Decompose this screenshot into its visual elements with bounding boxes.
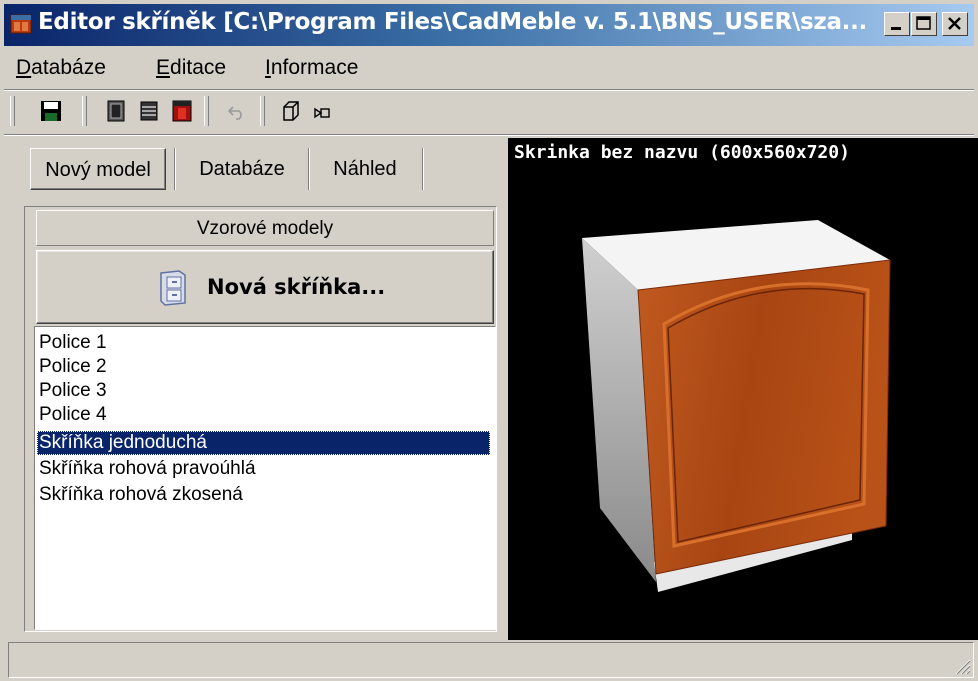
status-bar xyxy=(8,642,974,678)
toolbar-separator xyxy=(82,96,87,126)
section-header: Vzorové modely xyxy=(36,210,494,246)
toolbar-separator-3 xyxy=(260,96,265,126)
undo-button[interactable] xyxy=(222,96,252,126)
tab-databaze[interactable]: Databáze xyxy=(178,148,306,190)
maximize-button[interactable] xyxy=(911,12,937,36)
minimize-button[interactable] xyxy=(884,12,910,36)
title-bar[interactable]: Editor skříněk [C:\Program Files\CadMebl… xyxy=(4,4,974,46)
maximize-icon xyxy=(916,16,931,30)
camera-icon xyxy=(314,107,330,119)
new-cabinet-button[interactable]: Nová skříňka... xyxy=(36,250,494,324)
list-item[interactable]: Police 3 xyxy=(39,379,107,403)
box-3d-button[interactable] xyxy=(276,96,306,126)
camera-button[interactable] xyxy=(308,96,338,126)
new-cabinet-label: Nová skříňka... xyxy=(207,275,386,299)
toolbar xyxy=(4,92,974,132)
preview-viewport[interactable]: Skrinka bez nazvu (600x560x720) xyxy=(508,138,978,640)
menu-bar: Databáze Editace Informace xyxy=(4,50,974,86)
cabinet-3d-render xyxy=(582,220,891,592)
list-item[interactable]: Police 4 xyxy=(39,403,107,427)
window-title: Editor skříněk [C:\Program Files\CadMebl… xyxy=(38,9,867,35)
cabinet-shelves-button[interactable] xyxy=(134,96,164,126)
toolbar-divider xyxy=(4,134,974,136)
model-list[interactable]: Police 1 Police 2 Police 3 Police 4 Skří… xyxy=(34,326,496,630)
toolbar-separator-2 xyxy=(204,96,209,126)
menu-informace-label: nformace xyxy=(270,56,359,79)
resize-grip-icon[interactable] xyxy=(953,657,971,675)
tab-divider-2 xyxy=(308,148,310,190)
menu-databaze[interactable]: Databáze xyxy=(16,56,106,80)
box-3d-icon xyxy=(283,101,299,121)
minimize-icon xyxy=(891,27,901,30)
tab-nahled[interactable]: Náhled xyxy=(312,148,418,190)
menu-databaze-mnemonic: D xyxy=(16,56,32,79)
menu-divider xyxy=(4,89,974,91)
list-item-selected[interactable]: Skříňka jednoduchá xyxy=(37,431,490,455)
app-icon xyxy=(10,14,32,34)
toolbar-grip[interactable] xyxy=(10,96,15,126)
undo-icon xyxy=(227,106,242,120)
menu-databaze-label: atabáze xyxy=(31,56,106,79)
cabinet-file-icon xyxy=(160,270,186,306)
tab-divider xyxy=(174,148,176,190)
cabinet-red-button[interactable] xyxy=(167,96,197,126)
menu-editace[interactable]: Editace xyxy=(156,56,226,80)
close-button[interactable] xyxy=(942,12,968,36)
list-item[interactable]: Police 1 xyxy=(39,331,107,355)
cabinet-shelves-icon xyxy=(140,101,158,121)
list-item[interactable]: Police 2 xyxy=(39,355,107,379)
cabinet-front-icon xyxy=(107,100,125,122)
save-icon xyxy=(41,101,61,121)
menu-informace[interactable]: Informace xyxy=(265,56,358,80)
editor-window: Editor skříněk [C:\Program Files\CadMebl… xyxy=(0,0,978,681)
menu-editace-label: ditace xyxy=(170,56,227,79)
list-item[interactable]: Skříňka rohová zkosená xyxy=(39,483,243,507)
tab-divider-3 xyxy=(422,148,424,190)
menu-editace-mnemonic: E xyxy=(156,56,171,79)
save-button[interactable] xyxy=(36,96,66,126)
close-icon xyxy=(948,17,961,30)
tab-novy-model[interactable]: Nový model xyxy=(30,148,166,190)
cabinet-red-icon xyxy=(172,100,192,122)
list-item[interactable]: Skříňka rohová pravoúhlá xyxy=(39,457,256,481)
cabinet-front-button[interactable] xyxy=(101,96,131,126)
